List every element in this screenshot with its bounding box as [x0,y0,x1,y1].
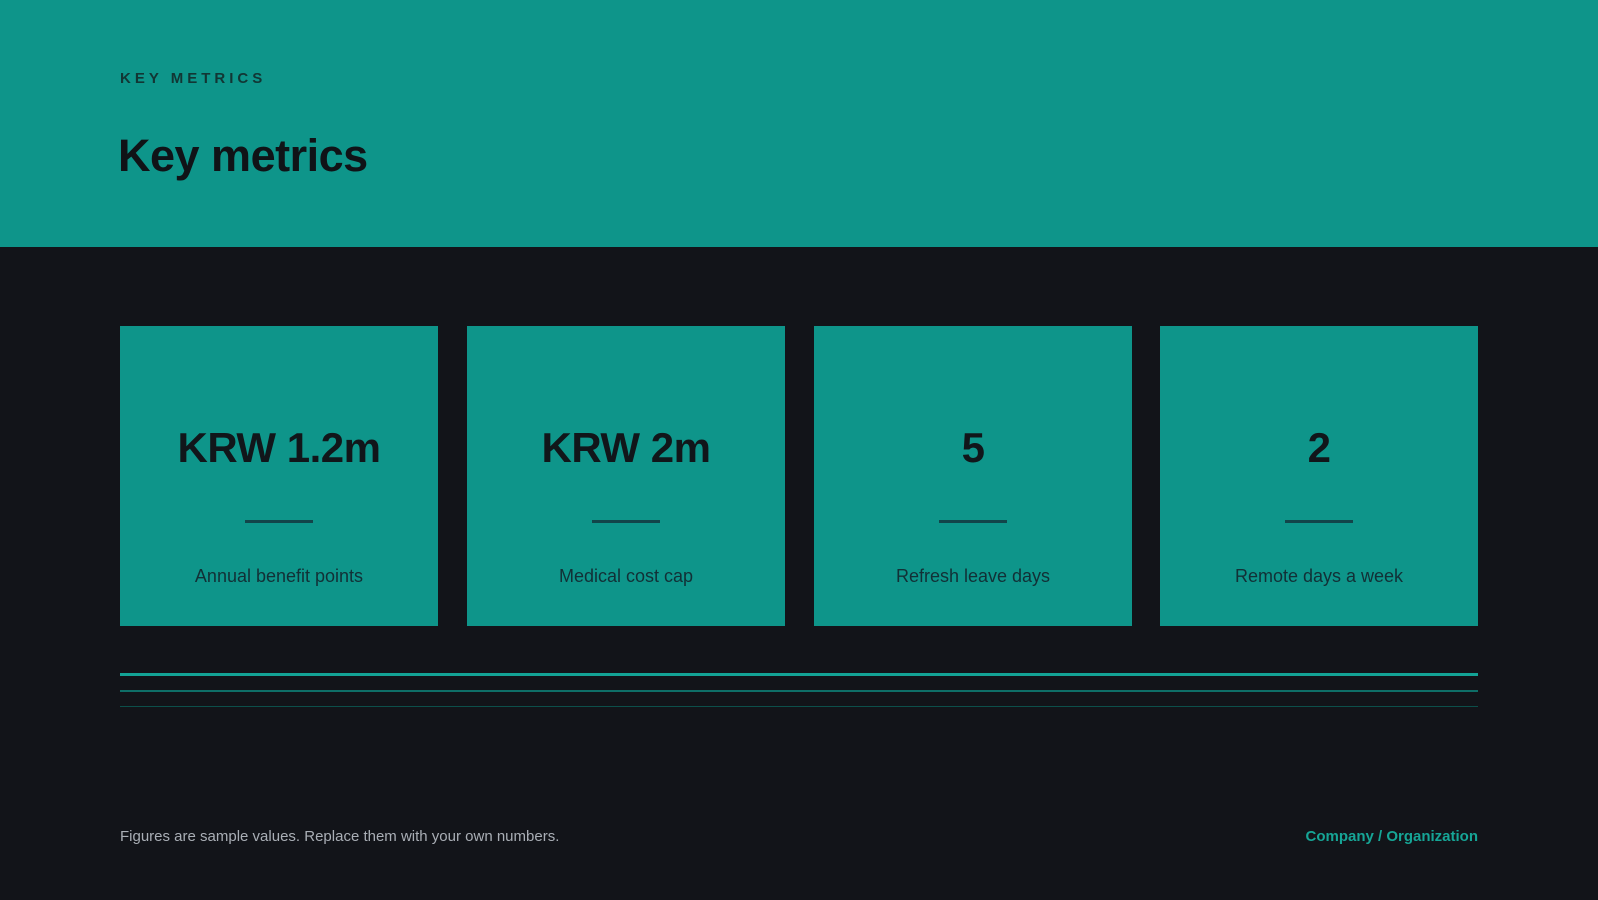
eyebrow-label: KEY METRICS [120,70,267,87]
decorative-rule-2 [120,690,1478,692]
metric-label: Annual benefit points [194,566,364,586]
metric-divider [245,520,313,523]
metric-label: Remote days a week [1234,566,1404,586]
metric-cards: KRW 1.2m Annual benefit points KRW 2m Me… [120,326,1478,626]
footnote: Figures are sample values. Replace them … [120,828,560,845]
decorative-rule-1 [120,673,1478,676]
organization-label: Company / Organization [1305,828,1478,845]
metric-value: KRW 1.2m [177,424,381,471]
metric-value: KRW 2m [541,424,711,471]
metric-value: 2 [1307,424,1331,471]
metric-label: Refresh leave days [895,566,1051,586]
page-title: Key metrics [118,130,368,181]
metric-divider [592,520,660,523]
header-band: KEY METRICS Key metrics [0,0,1598,247]
metric-card-remote-days: 2 Remote days a week [1160,326,1478,626]
metric-card-refresh-leave: 5 Refresh leave days [814,326,1132,626]
decorative-rule-3 [120,706,1478,707]
metric-divider [939,520,1007,523]
slide: KEY METRICS Key metrics KRW 1.2m Annual … [0,0,1598,900]
metric-card-medical-cost-cap: KRW 2m Medical cost cap [467,326,785,626]
metric-divider [1285,520,1353,523]
metric-label: Medical cost cap [558,566,694,586]
metric-value: 5 [961,424,985,471]
metric-card-benefit-points: KRW 1.2m Annual benefit points [120,326,438,626]
